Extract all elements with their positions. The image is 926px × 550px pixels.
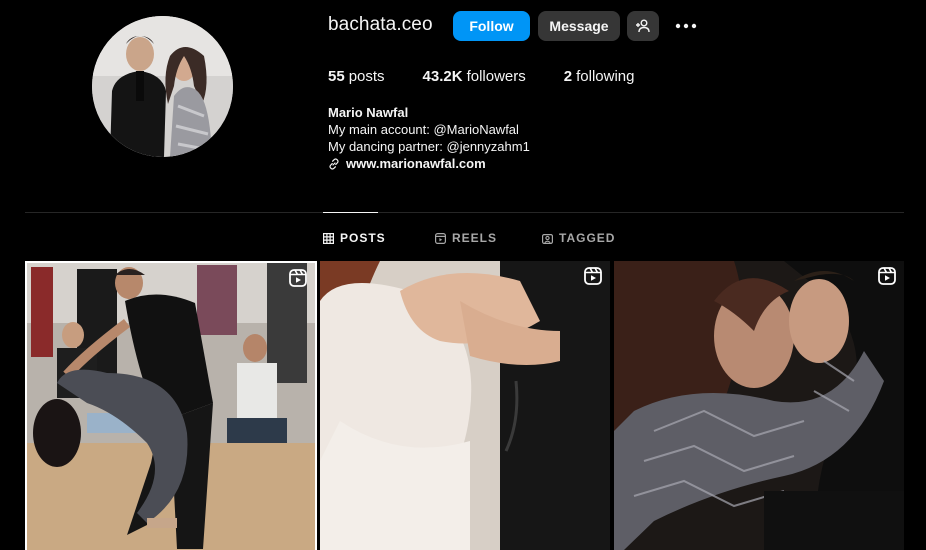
following-count[interactable]: 2 following (564, 68, 635, 85)
add-user-icon (636, 19, 650, 33)
bio-link[interactable]: www.marionawfal.com (328, 155, 530, 172)
post-thumbnail[interactable] (614, 261, 904, 550)
followers-count[interactable]: 43.2K followers (423, 68, 526, 85)
bio-line: My dancing partner: @jennyzahm1 (328, 139, 530, 154)
profile-stats: 55 posts 43.2K followers 2 following (328, 68, 672, 85)
tab-posts[interactable]: POSTS (323, 231, 386, 245)
more-options-button[interactable] (671, 14, 701, 38)
active-tab-indicator (323, 212, 378, 213)
post-thumbnail[interactable] (320, 261, 610, 550)
tab-reels[interactable]: REELS (435, 231, 497, 245)
post-thumbnail[interactable] (25, 261, 317, 550)
profile-bio: Mario Nawfal My main account: @MarioNawf… (328, 104, 530, 172)
follow-button[interactable]: Follow (453, 11, 530, 41)
message-button[interactable]: Message (538, 11, 620, 41)
tagged-icon (542, 233, 553, 244)
grid-icon (323, 232, 334, 244)
profile-username: bachata.ceo (328, 14, 433, 35)
profile-avatar[interactable] (92, 16, 233, 157)
reels-icon (435, 232, 446, 244)
reel-icon (289, 269, 307, 287)
tab-tagged[interactable]: TAGGED (542, 231, 615, 245)
posts-count: 55 posts (328, 68, 385, 85)
bio-line: My main account: @MarioNawfal (328, 122, 519, 137)
bio-name: Mario Nawfal (328, 105, 409, 120)
reel-icon (878, 267, 896, 285)
reel-icon (584, 267, 602, 285)
suggested-users-button[interactable] (627, 11, 659, 41)
more-icon (675, 23, 697, 29)
tabs-divider (25, 212, 904, 213)
link-icon (329, 157, 339, 170)
